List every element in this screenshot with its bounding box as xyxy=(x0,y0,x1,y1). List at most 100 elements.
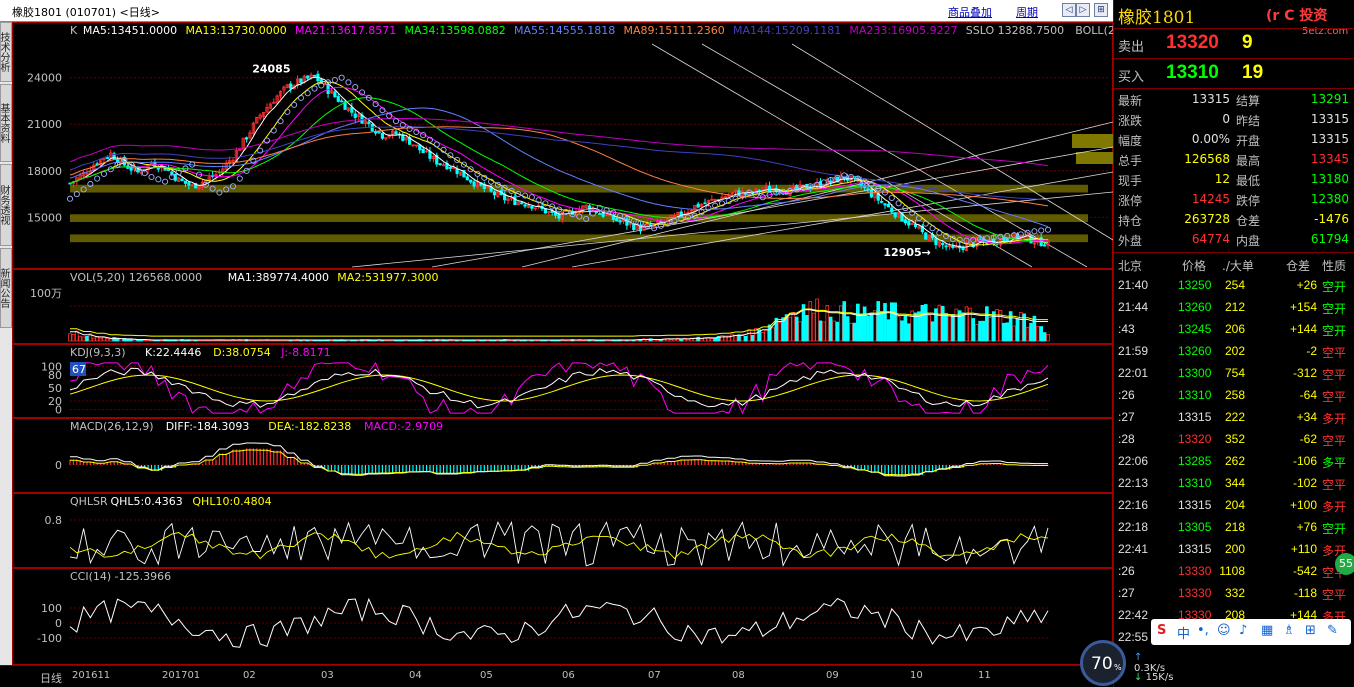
candle-body xyxy=(659,221,663,223)
indicator-lines xyxy=(69,308,1049,648)
tick-row[interactable]: 22:06 13285 262 -106 多平 xyxy=(1114,450,1354,472)
x-tick-label: 03 xyxy=(321,670,334,681)
next-icon[interactable]: ▷ xyxy=(1076,3,1090,17)
tick-time: :26 xyxy=(1118,388,1135,402)
candle-body xyxy=(187,182,191,186)
vol-y-tick: 100万 xyxy=(30,287,62,300)
x-tick-label: 06 xyxy=(562,670,575,681)
overlay-commodity-button[interactable]: 商品叠加 xyxy=(948,4,992,20)
tick-row[interactable]: 22:41 13315 200 +110 多开 xyxy=(1114,538,1354,560)
mic-icon[interactable]: ♪ xyxy=(1239,623,1247,638)
tick-nature: 空开 xyxy=(1322,280,1347,294)
volume-bar xyxy=(808,301,813,342)
legend-kdj_panel-2: D:38.0754 xyxy=(213,346,271,359)
volume-bar xyxy=(71,334,76,342)
wrench-icon[interactable]: ✎ xyxy=(1327,623,1338,638)
sar-dot xyxy=(148,173,155,181)
tick-row[interactable]: 22:13 13310 344 -102 空平 xyxy=(1114,472,1354,494)
stat-row: 持仓 263728 仓差 -1476 xyxy=(1114,209,1354,229)
cci-y-tick: 100 xyxy=(41,602,62,615)
quote-panel: 橡胶1801 (r C 投资 5etz.com 卖出 13320 9 买入 13… xyxy=(1080,0,1354,687)
candle-body xyxy=(941,243,945,246)
tick-row[interactable]: :26 13330 1108 -542 空平 xyxy=(1114,560,1354,582)
chart-area[interactable]: 24000 21000 18000 15000 24085 12905→ 100万 100 80… xyxy=(12,22,1113,665)
tick-volume: 202 xyxy=(1224,344,1245,358)
tick-row[interactable]: :26 13310 258 -64 空平 xyxy=(1114,384,1354,406)
candle-body xyxy=(625,218,629,226)
period-button[interactable]: 周期 xyxy=(1016,4,1038,20)
ime-toolbar[interactable]: S 中 •, ☺ ♪ ▦ ♗ ⊞ ✎ xyxy=(1151,619,1351,645)
prev-icon[interactable]: ◁ xyxy=(1062,3,1076,17)
volume-bar xyxy=(835,321,840,342)
emoji-icon[interactable]: ☺ xyxy=(1217,623,1231,638)
grid-icon[interactable]: ⊞ xyxy=(1305,623,1316,638)
volume-bar xyxy=(995,309,999,342)
side-badge[interactable]: 55 xyxy=(1335,553,1354,575)
ime-logo-icon[interactable]: S xyxy=(1157,623,1166,638)
volume-bar xyxy=(129,338,133,342)
candle-body xyxy=(530,206,534,209)
sar-dot xyxy=(284,108,291,115)
volume-bar xyxy=(1025,326,1030,342)
candle-body xyxy=(934,238,938,246)
keyboard-icon[interactable]: ▦ xyxy=(1261,623,1273,638)
candle-body xyxy=(924,232,928,240)
y-tick-label: 18000 xyxy=(27,165,62,178)
candle-body xyxy=(380,132,385,139)
tick-row[interactable]: 22:18 13305 218 +76 空开 xyxy=(1114,516,1354,538)
tick-row[interactable]: 21:59 13260 202 -2 空平 xyxy=(1114,340,1354,362)
tick-row[interactable]: 22:16 13315 204 +100 多开 xyxy=(1114,494,1354,516)
legend-vol_panel-1: MA1:389774.4000 xyxy=(228,271,329,284)
tick-row[interactable]: :28 13320 352 -62 空平 xyxy=(1114,428,1354,450)
candle-body xyxy=(703,202,707,205)
buy-volume: 19 xyxy=(1242,62,1264,83)
stat-value: 13315 xyxy=(1310,112,1349,126)
tick-row[interactable]: :27 13330 332 -118 空平 xyxy=(1114,582,1354,604)
tick-row[interactable]: 22:01 13300 754 -312 空平 xyxy=(1114,362,1354,384)
candle-body xyxy=(907,221,911,226)
cpu-percent-sign: % xyxy=(1114,663,1122,672)
y-tick-label: 15000 xyxy=(27,211,62,224)
stat-label: 最低 xyxy=(1236,174,1261,188)
tick-row[interactable]: :27 13315 222 +34 多开 xyxy=(1114,406,1354,428)
tick-nature: 多开 xyxy=(1322,500,1347,514)
tick-oi-change: -312 xyxy=(1292,366,1317,380)
left-tab-strip: 技术分析 基本资料 财务透视 新闻公告 xyxy=(0,22,12,665)
stat-label: 结算 xyxy=(1236,94,1261,108)
tab-news[interactable]: 新闻公告 xyxy=(0,248,12,328)
candle-body xyxy=(289,83,293,89)
volume-bars xyxy=(68,298,1050,342)
download-speed-value: 15K/s xyxy=(1145,672,1174,683)
tick-row[interactable]: 21:44 13260 212 +154 空开 xyxy=(1114,296,1354,318)
high-label: 24085 xyxy=(252,62,290,75)
tick-row[interactable]: 21:40 13250 254 +26 空开 xyxy=(1114,274,1354,296)
volume-bar xyxy=(710,338,714,342)
panel-frame-main xyxy=(12,22,1113,269)
volume-bar xyxy=(876,301,881,342)
zoom-icon[interactable]: ⊞ xyxy=(1094,3,1108,17)
tick-volume: 222 xyxy=(1224,410,1245,424)
net-speed-widget[interactable]: 70% ↑ 0.3K/s ↓ 15K/s xyxy=(1080,640,1174,687)
macd-diff-line xyxy=(70,442,1048,477)
stat-value: 14245 xyxy=(1191,192,1230,206)
ime-lang[interactable]: 中 xyxy=(1177,623,1190,642)
tick-time: 22:01 xyxy=(1118,366,1149,380)
stat-value: 13315 xyxy=(1191,92,1230,106)
candle-body xyxy=(183,180,188,184)
tick-row[interactable]: :43 13245 206 +144 空开 xyxy=(1114,318,1354,340)
tick-time: 21:44 xyxy=(1118,300,1149,314)
punct-icon[interactable]: •, xyxy=(1197,623,1209,638)
stat-value: 64774 xyxy=(1191,232,1230,246)
volume-bar xyxy=(822,321,826,342)
legend-vol_panel-0: VOL(5,20) 126568.0000 xyxy=(70,271,202,284)
legend-qhlsr_panel-2: QHL10:0.4804 xyxy=(192,495,271,508)
tab-technical[interactable]: 技术分析 xyxy=(0,22,12,82)
tick-nature: 空平 xyxy=(1322,588,1347,602)
volume-bar xyxy=(794,316,799,342)
volume-bar xyxy=(798,321,802,342)
tab-basic-info[interactable]: 基本资料 xyxy=(0,84,12,162)
x-tick-label: 201701 xyxy=(162,670,201,681)
stat-value: 13180 xyxy=(1310,172,1349,186)
tab-finance[interactable]: 财务透视 xyxy=(0,164,12,246)
shirt-icon[interactable]: ♗ xyxy=(1283,623,1295,638)
